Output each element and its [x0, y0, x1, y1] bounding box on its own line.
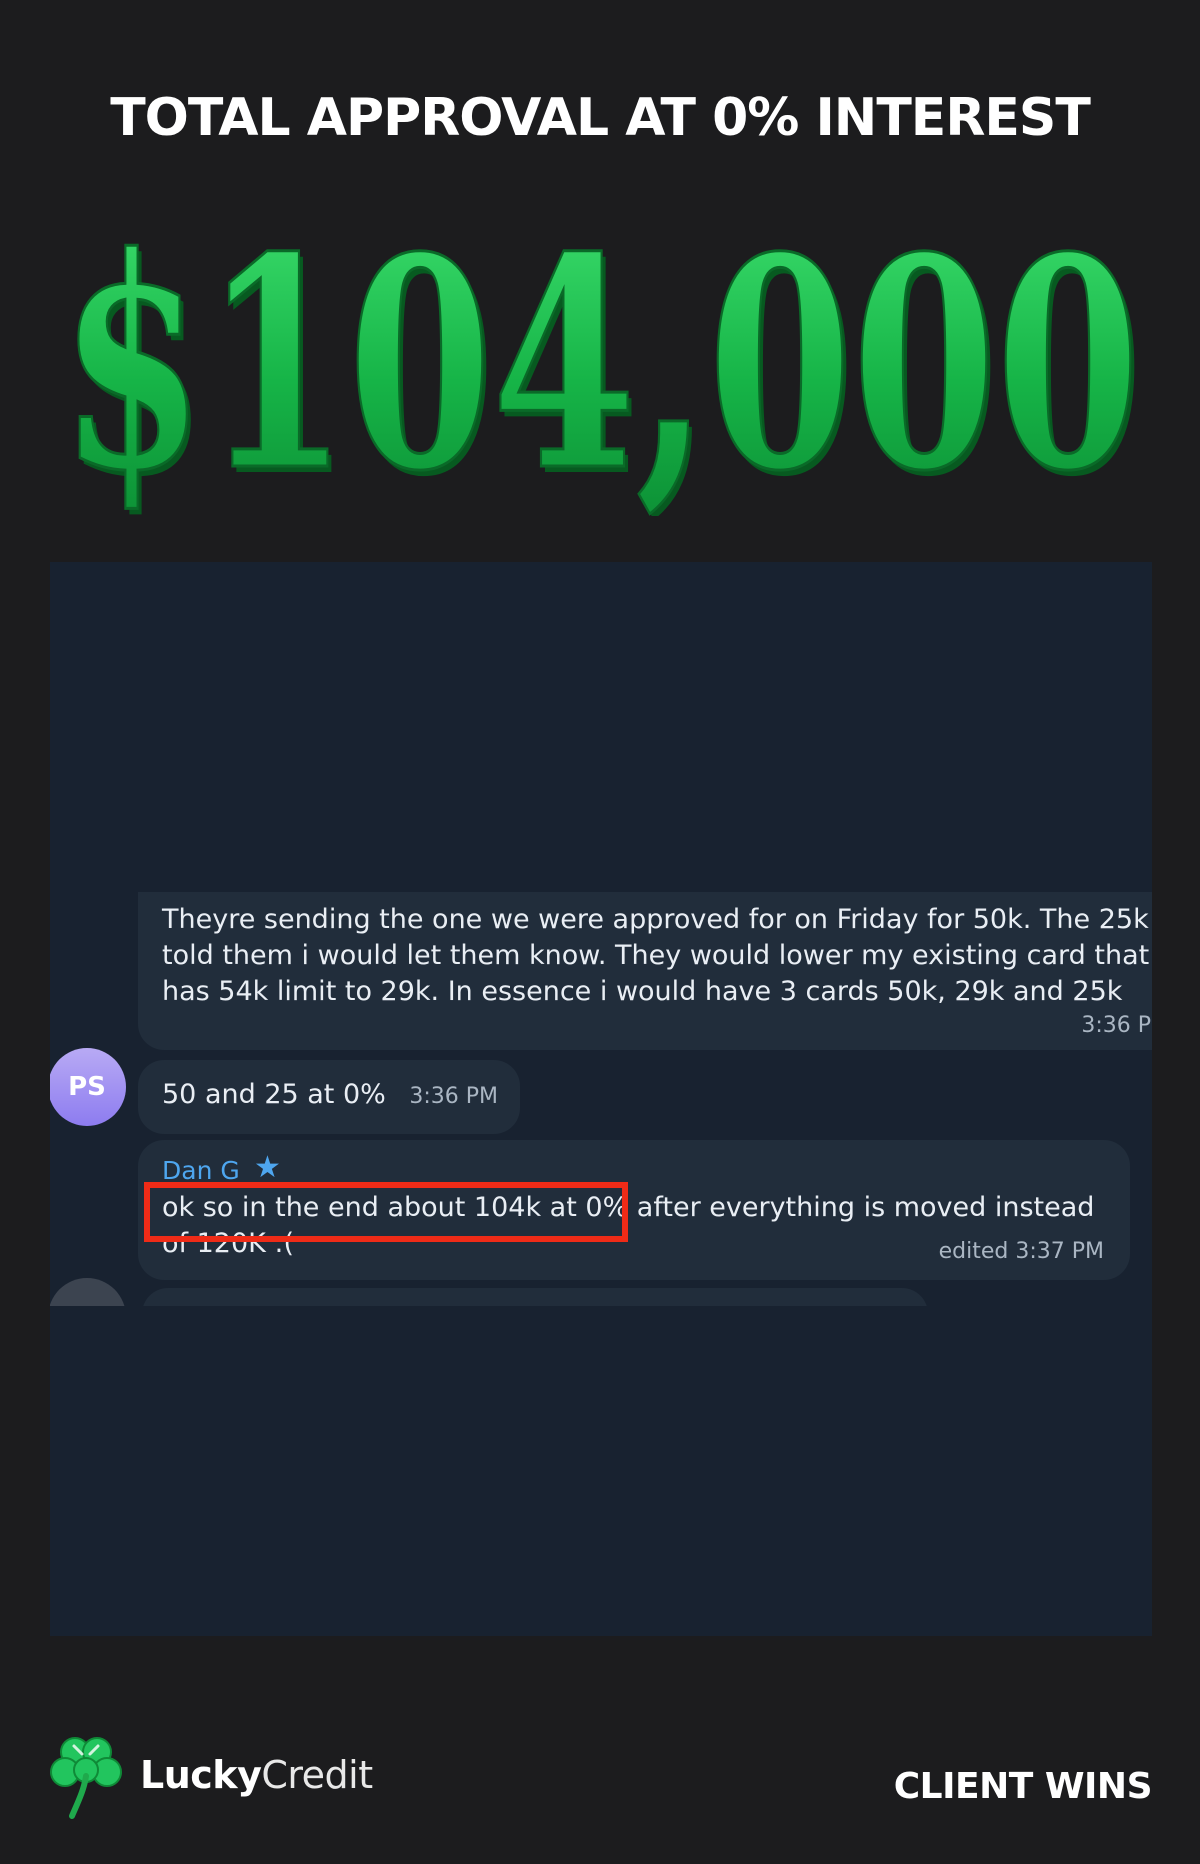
approval-amount-graphic: $104,000 $104,000 [59, 196, 1145, 516]
approval-amount: $104,000 $104,000 [0, 196, 1200, 516]
message-text: Theyre sending the one we were approved … [162, 904, 1152, 1007]
message-time: 3:36 PM [409, 1084, 498, 1109]
clover-icon [50, 1737, 122, 1819]
highlight-box [144, 1182, 628, 1242]
amount-value: $104,000 [60, 196, 1140, 516]
message-bubble: Theyre sending the one we were approved … [138, 892, 1152, 1050]
message-bubble: 50 and 25 at 0% 3:36 PM [138, 1060, 520, 1134]
avatar-initials: PS [68, 1072, 106, 1102]
brand-logo: LuckyCredit [48, 1730, 373, 1820]
message-time: edited 3:37 PM [938, 1239, 1104, 1264]
sender-name[interactable]: Dan G [162, 1156, 240, 1185]
tagline: CLIENT WINS [893, 1766, 1153, 1807]
chat-screenshot: Theyre sending the one we were approved … [50, 562, 1152, 1636]
brand-name: LuckyCredit [140, 1753, 373, 1797]
chat-empty-area [50, 1306, 1152, 1636]
message-time: 3:36 PM [1081, 1013, 1152, 1038]
message-text: 50 and 25 at 0% [162, 1079, 386, 1110]
avatar[interactable]: PS [50, 1048, 126, 1126]
headline: TOTAL APPROVAL AT 0% INTEREST [110, 88, 1091, 148]
star-icon: ★ [254, 1150, 281, 1185]
